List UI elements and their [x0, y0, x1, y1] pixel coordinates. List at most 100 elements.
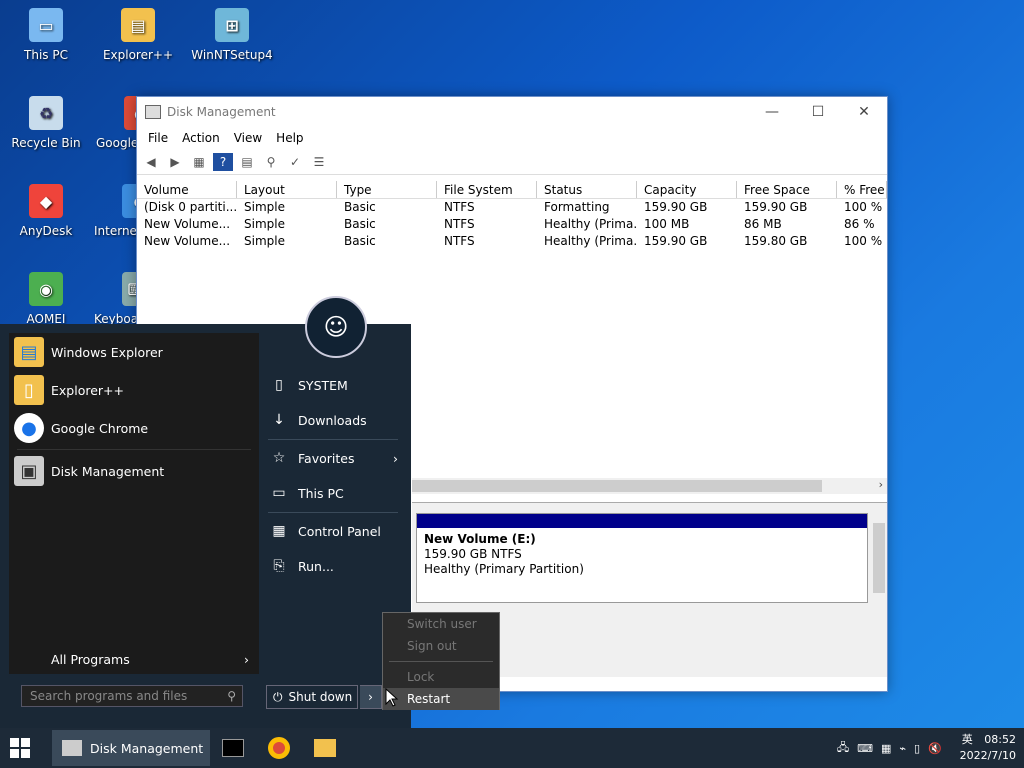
menu-bar: File Action View Help — [137, 127, 887, 149]
scrollbar-thumb[interactable] — [412, 480, 822, 492]
desktop-icon-this-pc[interactable]: ▭ This PC — [0, 8, 92, 62]
program-explorerpp[interactable]: ▯ Explorer++ — [9, 371, 259, 409]
back-icon[interactable]: ◀ — [141, 153, 161, 171]
search-input[interactable]: Search programs and files ⚲ — [21, 685, 243, 707]
avatar[interactable]: ☺ — [305, 296, 367, 358]
start-button[interactable] — [6, 734, 34, 762]
check-icon[interactable]: ✓ — [285, 153, 305, 171]
scrollbar-thumb[interactable] — [873, 523, 885, 593]
menu-item-switch-user[interactable]: Switch user — [383, 613, 499, 635]
volume-muted-icon[interactable]: 🔇 — [928, 742, 942, 755]
folder-icon: ▯ — [14, 375, 44, 405]
program-google-chrome[interactable]: ● Google Chrome — [9, 409, 259, 447]
forward-icon[interactable]: ▶ — [165, 153, 185, 171]
column-header[interactable]: Capacity — [637, 181, 737, 198]
power-icon: ⏻ — [273, 689, 283, 704]
disk-management-icon: ▣ — [14, 456, 44, 486]
start-item-this-pc[interactable]: ▭ This PC — [268, 480, 398, 506]
disk-management-icon — [62, 740, 82, 756]
chevron-right-icon: › — [393, 450, 398, 466]
display-icon[interactable]: ▦ — [881, 742, 891, 755]
cell: 86 MB — [744, 217, 782, 231]
program-windows-explorer[interactable]: ▤ Windows Explorer — [9, 333, 259, 371]
shutdown-button[interactable]: ⏻ Shut down — [266, 685, 358, 709]
chevron-right-icon[interactable]: › — [879, 478, 883, 491]
column-header[interactable]: Layout — [237, 181, 337, 198]
clipboard-icon[interactable]: ▯ — [914, 742, 920, 755]
taskbar-item-file-explorer[interactable] — [312, 730, 338, 766]
volume-box[interactable]: New Volume (E:) 159.90 GB NTFS Healthy (… — [416, 513, 868, 603]
table-row[interactable]: New Volume... Simple Basic NTFS Healthy … — [137, 216, 887, 233]
time: 08:52 — [984, 733, 1016, 746]
run-icon: ⎘ — [273, 558, 285, 574]
horizontal-scrollbar[interactable]: › — [412, 478, 887, 494]
volume-color-bar — [417, 514, 867, 528]
show-hide-console-tree-icon[interactable]: ▦ — [189, 153, 209, 171]
menu-item-lock[interactable]: Lock — [383, 666, 499, 688]
start-item-downloads[interactable]: ↓ Downloads — [268, 407, 398, 433]
taskbar-item-terminal[interactable] — [220, 730, 246, 766]
cell: 100 MB — [644, 217, 690, 231]
column-header[interactable]: Type — [337, 181, 437, 198]
taskbar-item-disk-management[interactable]: Disk Management — [52, 730, 210, 766]
desktop-icon-google[interactable]: ● Google — [92, 96, 138, 150]
start-item-system[interactable]: ▯ SYSTEM — [268, 372, 398, 398]
help-icon[interactable]: ? — [213, 152, 233, 171]
menu-item-sign-out[interactable]: Sign out — [383, 635, 499, 657]
language-indicator[interactable]: 英 — [962, 733, 973, 746]
clock[interactable]: 英 08:52 2022/7/10 — [954, 732, 1016, 764]
menu-view[interactable]: View — [227, 131, 269, 145]
maximize-button[interactable]: ☐ — [795, 97, 841, 127]
settings-icon[interactable]: ☰ — [309, 153, 329, 171]
table-row[interactable]: New Volume... Simple Basic NTFS Healthy … — [137, 233, 887, 250]
program-disk-management[interactable]: ▣ Disk Management — [9, 452, 259, 490]
menu-action[interactable]: Action — [175, 131, 227, 145]
menu-item-restart[interactable]: Restart — [383, 688, 499, 710]
close-button[interactable]: ✕ — [841, 97, 887, 127]
taskbar-item-chrome[interactable] — [266, 730, 292, 766]
cell-volume: New Volume... — [144, 234, 231, 248]
desktop-icon-explorerpp[interactable]: ▤ Explorer++ — [92, 8, 184, 62]
shutdown-options-button[interactable]: › — [360, 685, 382, 709]
start-item-favorites[interactable]: ☆ Favorites › — [268, 445, 398, 471]
column-header[interactable]: Free Space — [737, 181, 837, 198]
divider — [17, 449, 251, 450]
divider — [268, 439, 398, 440]
column-headers: Volume Layout Type File System Status Ca… — [137, 181, 887, 199]
menu-file[interactable]: File — [141, 131, 175, 145]
cell: 100 % — [844, 234, 883, 248]
table-row[interactable]: (Disk 0 partiti... Simple Basic NTFS For… — [137, 199, 887, 216]
start-menu: ▤ Windows Explorer ▯ Explorer++ ● Google… — [0, 296, 411, 728]
download-icon: ↓ — [273, 412, 285, 428]
usb-icon[interactable]: ⌁ — [899, 742, 906, 755]
start-item-control-panel[interactable]: ▦ Control Panel — [268, 518, 398, 544]
minimize-button[interactable]: — — [749, 97, 795, 127]
column-header[interactable]: Status — [537, 181, 637, 198]
chrome-icon — [268, 737, 290, 759]
menu-help[interactable]: Help — [269, 131, 310, 145]
vertical-scrollbar[interactable] — [871, 503, 887, 643]
column-header[interactable]: % Free — [837, 181, 887, 198]
desktop-icon-keyboard[interactable]: ⌨ Keyboa — [92, 272, 138, 326]
all-programs-button[interactable]: All Programs › — [9, 644, 259, 674]
volume-size: 159.90 GB NTFS — [424, 547, 522, 561]
desktop-icon-anydesk[interactable]: ◆ AnyDesk — [0, 184, 92, 238]
desktop-icon-winntsetup[interactable]: ⊞ WinNTSetup4 — [186, 8, 278, 62]
column-header[interactable]: Volume — [137, 181, 237, 198]
column-header[interactable]: File System — [437, 181, 537, 198]
chevron-right-icon: › — [368, 690, 373, 704]
keyboard-icon[interactable]: ⌨ — [857, 742, 873, 755]
window-title: Disk Management — [167, 105, 276, 119]
desktop-icon-recycle-bin[interactable]: ♻ Recycle Bin — [0, 96, 92, 150]
taskbar: Disk Management 🖧 ⌨ ▦ ⌁ ▯ 🔇 英 08:52 2022… — [0, 728, 1024, 768]
folder-icon — [314, 739, 336, 757]
title-bar[interactable]: Disk Management — ☐ ✕ — [137, 97, 887, 127]
start-item-run[interactable]: ⎘ Run... — [268, 553, 398, 579]
cell: 159.90 GB — [644, 200, 708, 214]
search-icon: ⚲ — [227, 689, 236, 703]
connect-icon[interactable]: ⚲ — [261, 153, 281, 171]
network-icon[interactable]: 🖧 — [837, 739, 849, 758]
desktop-icon-internet[interactable]: e Internet — [92, 184, 138, 238]
properties-icon[interactable]: ▤ — [237, 153, 257, 171]
cell: NTFS — [444, 217, 475, 231]
